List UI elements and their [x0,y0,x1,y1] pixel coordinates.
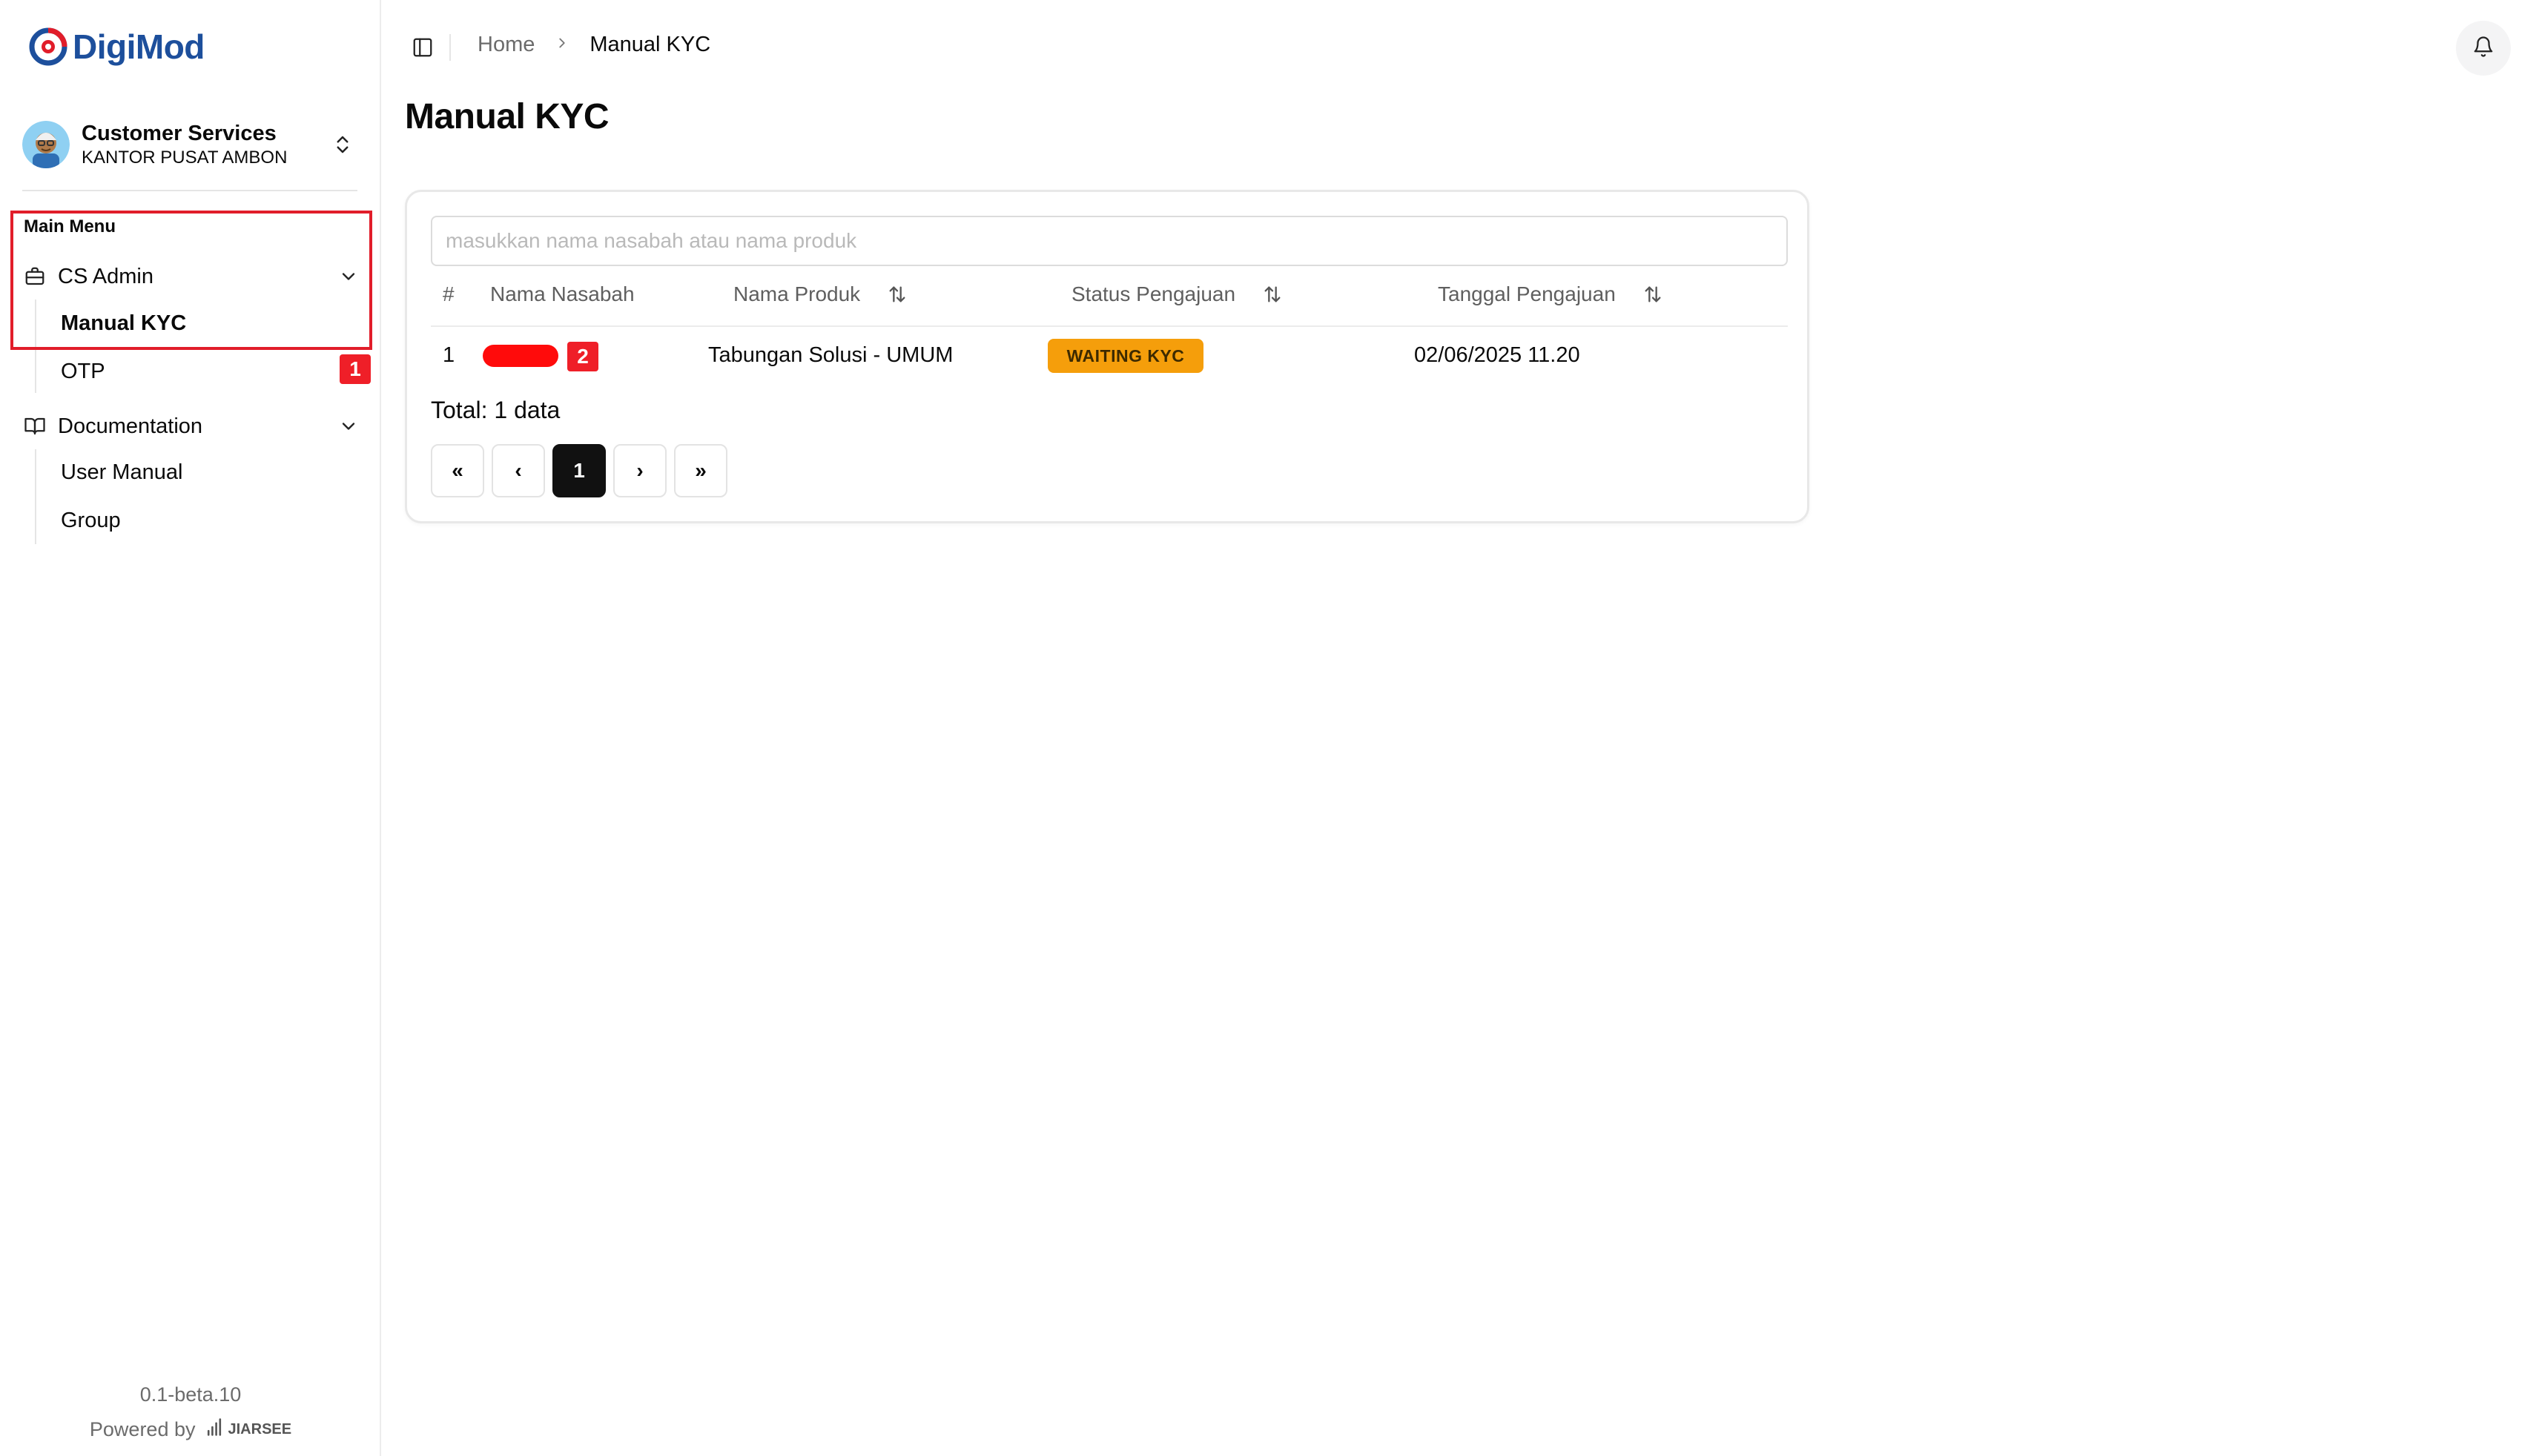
avatar [22,121,70,168]
app-root: DigiMod Customer Services KANTOR PUSAT A… [0,0,2536,1456]
page-title: Manual KYC [405,97,610,136]
divider [449,34,451,61]
table-total: Total: 1 data [431,397,561,423]
divider [22,190,357,191]
first-page-button[interactable]: « [431,444,484,497]
column-header-tanggal-pengajuan[interactable]: Tanggal Pengajuan [1438,282,1665,306]
chevron-down-icon[interactable] [334,411,363,441]
user-switcher[interactable]: Customer Services KANTOR PUSAT AMBON [22,111,357,178]
annotation-highlight-box [10,211,372,350]
next-page-button[interactable]: › [613,444,667,497]
chevrons-up-down-icon[interactable] [328,130,357,159]
pagination: « ‹ 1 › » [431,444,727,497]
sidebar-item-group[interactable]: Group [61,506,121,535]
table-cell-index: 1 [443,343,455,367]
sidebar-item-user-manual[interactable]: User Manual [61,457,182,487]
sidebar-toggle-icon[interactable] [408,33,437,62]
page-1-button[interactable]: 1 [552,444,606,497]
table-cell-tanggal: 02/06/2025 11.20 [1414,343,1580,367]
notification-button[interactable] [2456,21,2511,76]
book-open-icon [22,414,47,439]
digimod-logo-icon [28,27,68,67]
sidebar-item-label: Documentation [58,414,203,438]
powered-by: Powered by JIARSEE [0,1417,381,1441]
annotation-badge: 2 [567,342,598,371]
kyc-table-card: # Nama Nasabah Nama Produk Status Pengaj… [405,190,1809,523]
search-input[interactable] [431,216,1788,266]
jiarsee-logo-icon [205,1417,224,1441]
column-header-index: # [443,282,455,305]
sort-icon[interactable] [1261,282,1284,306]
redacted-customer-name[interactable] [483,345,558,367]
column-header-nama-produk[interactable]: Nama Produk [733,282,909,306]
status-badge: WAITING KYC [1048,339,1203,373]
breadcrumb-current: Manual KYC [590,33,711,56]
divider [431,325,1788,327]
column-header-nama-nasabah: Nama Nasabah [490,282,635,305]
last-page-button[interactable]: » [674,444,727,497]
chevron-right-icon [554,33,570,57]
powered-by-brand: JIARSEE [205,1417,292,1441]
bell-icon [2472,36,2494,62]
sidebar: DigiMod Customer Services KANTOR PUSAT A… [0,0,381,1456]
topbar: Home Manual KYC [381,0,2536,95]
breadcrumb-home[interactable]: Home [478,33,535,57]
app-version: 0.1-beta.10 [139,1383,242,1406]
app-logo[interactable]: DigiMod [28,27,205,67]
previous-page-button[interactable]: ‹ [492,444,545,497]
sidebar-item-otp[interactable]: OTP [61,357,105,386]
user-info: Customer Services KANTOR PUSAT AMBON [82,120,328,169]
user-branch: KANTOR PUSAT AMBON [82,148,288,168]
sort-icon[interactable] [1641,282,1665,306]
user-role: Customer Services [82,122,277,145]
table-cell-nama-produk: Tabungan Solusi - UMUM [708,343,954,367]
annotation-badge: 1 [340,354,371,384]
breadcrumb: Home Manual KYC [478,33,710,57]
submenu-line [35,449,36,544]
app-name: DigiMod [73,27,205,66]
powered-by-label: Powered by [89,1417,196,1440]
sort-icon[interactable] [885,282,909,306]
column-header-status-pengajuan[interactable]: Status Pengajuan [1071,282,1284,306]
sidebar-item-documentation[interactable]: Documentation [22,406,363,446]
brand-name: JIARSEE [228,1420,292,1437]
main-content: Home Manual KYC Manual KYC # [381,0,2536,1456]
